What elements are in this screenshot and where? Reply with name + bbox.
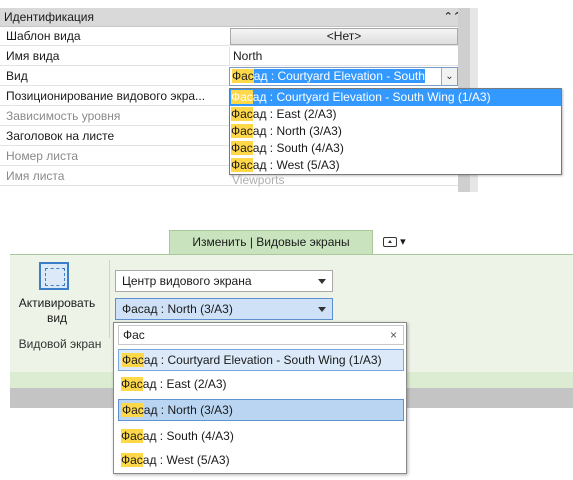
section-header-identity[interactable]: Идентификация ⌃⌃	[0, 8, 470, 27]
prop-row-view: Вид Фасад : Courtyard Elevation - South …	[0, 67, 458, 86]
view-template-button[interactable]: <Нет>	[230, 28, 458, 45]
view-combo-dropdown: Фас × Фасад : Courtyard Elevation - Sout…	[113, 322, 407, 474]
prop-label: Имя вида	[6, 49, 60, 63]
list-item[interactable]: Фасад : East (2/A3)	[118, 373, 404, 395]
activate-view-icon[interactable]	[39, 262, 69, 290]
panel-title: Видовой экран	[18, 337, 102, 351]
view-select[interactable]: Фасад : Courtyard Elevation - South ⌄	[229, 67, 458, 86]
chevron-down-icon	[318, 279, 326, 284]
prop-label: Имя листа	[6, 169, 65, 183]
chevron-down-icon[interactable]: ⌄	[441, 68, 457, 85]
prop-label: Позиционирование видового экра...	[6, 89, 206, 103]
prop-label: Номер листа	[6, 149, 79, 163]
divider	[109, 260, 110, 338]
prop-label: Заголовок на листе	[6, 129, 115, 143]
prop-row-view-name: Имя вида North	[0, 47, 458, 66]
search-input[interactable]: Фас ×	[118, 325, 404, 345]
list-item[interactable]: Фасад : North (3/A3)	[230, 123, 561, 140]
ribbon-options-button[interactable]: ▾	[383, 234, 417, 250]
view-dropdown-list: Фасад : Courtyard Elevation - South Wing…	[229, 88, 562, 175]
close-icon[interactable]: ×	[390, 326, 397, 344]
tab-modify-viewports[interactable]: Изменить | Видовые экраны	[169, 230, 373, 254]
list-item[interactable]: Фасад : Courtyard Elevation - South Wing…	[230, 89, 561, 106]
view-combo[interactable]: Фасад : North (3/A3)	[115, 298, 333, 320]
section-title: Идентификация	[4, 10, 94, 24]
list-item[interactable]: Фасад : East (2/A3)	[230, 106, 561, 123]
prop-label: Зависимость уровня	[6, 109, 121, 123]
activate-view-button[interactable]: Активировать вид	[14, 296, 100, 326]
list-item[interactable]: Фасад : South (4/A3)	[118, 425, 404, 447]
prop-label: Вид	[6, 69, 28, 83]
viewport-position-combo[interactable]: Центр видового экрана	[115, 270, 333, 292]
list-item[interactable]: Фасад : Courtyard Elevation - South Wing…	[118, 349, 404, 371]
list-item[interactable]: Фасад : West (5/A3)	[118, 449, 404, 471]
prop-row-view-template: Шаблон вида <Нет>	[0, 27, 458, 46]
list-item[interactable]: Фасад : West (5/A3)	[230, 157, 561, 174]
selected-text: ад : Courtyard Elevation - South	[253, 69, 425, 83]
list-item[interactable]: Фасад : South (4/A3)	[230, 140, 561, 157]
minimize-ribbon-icon	[383, 237, 397, 248]
view-name-field[interactable]: North	[229, 47, 458, 66]
search-match: Фас	[232, 69, 254, 83]
prop-label: Шаблон вида	[6, 29, 81, 43]
list-item[interactable]: Фасад : North (3/A3)	[118, 399, 404, 421]
small-arrow-icon: ▾	[400, 236, 406, 248]
chevron-down-icon	[318, 307, 326, 312]
